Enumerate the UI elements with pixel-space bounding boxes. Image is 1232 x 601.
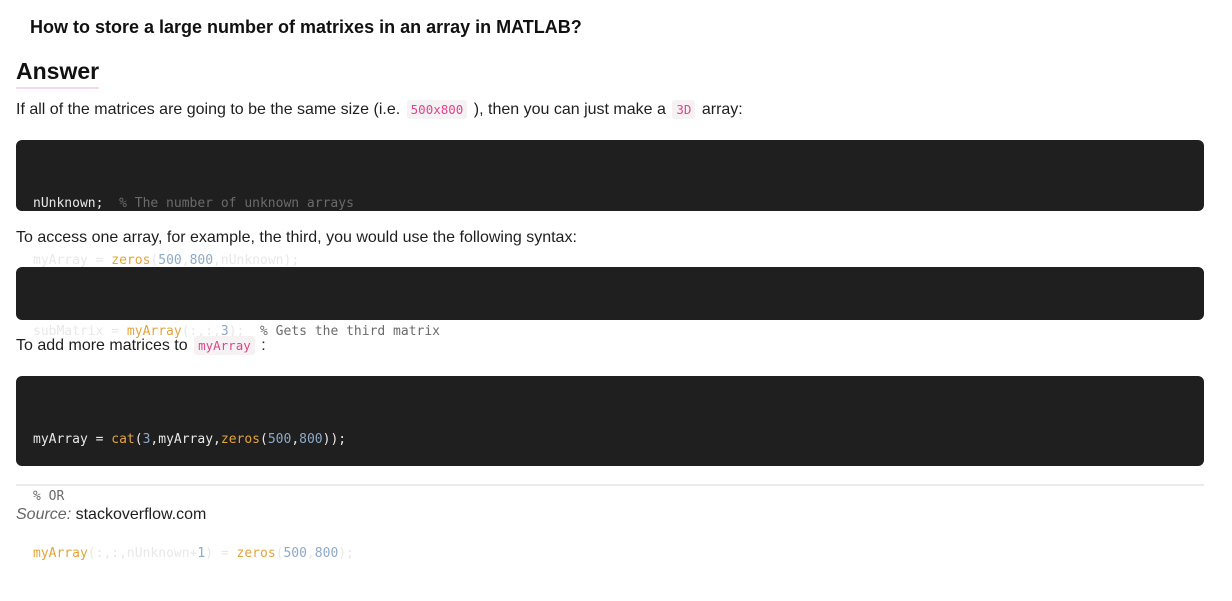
code-number: 500 [158,253,182,268]
code-number: 1 [197,546,206,561]
inline-code-3d: 3D [672,100,696,119]
answer-heading: Answer [16,58,100,89]
code-comment: % Gets the third matrix [260,324,441,339]
code-block-create[interactable]: nUnknown; % The number of unknown arrays… [16,140,1204,268]
inline-code-myarray: myArray [194,336,255,355]
code-line: myArray(:,:,nUnknown+1) = zeros(500,800)… [33,544,1204,563]
code-token: ); [338,546,354,561]
intro-text-2: ), then you can just make a [469,101,671,118]
intro-text-3: array: [697,101,743,118]
code-token: )); [322,432,347,447]
add-text-1: To add more matrices to [16,337,193,354]
code-number: 500 [267,432,292,447]
source-link[interactable]: stackoverflow.com [76,506,207,523]
intro-paragraph: If all of the matrices are going to be t… [16,100,743,120]
add-paragraph: To add more matrices to myArray : [16,336,266,356]
code-token: , [291,432,300,447]
code-token: ,myArray, [150,432,221,447]
code-function: zeros [111,253,151,268]
source-label: Source: [16,506,72,523]
code-token: nUnknown; [33,196,120,211]
code-block-access[interactable]: subMatrix = myArray(:,:,3); % Gets the t… [16,267,1204,339]
code-token: ( [260,432,268,447]
code-token: , [306,546,315,561]
code-function: myArray [33,546,88,561]
code-number: 800 [314,546,339,561]
code-token: ) = [205,546,237,561]
code-function: zeros [220,432,261,447]
inline-code-size: 500x800 [406,100,468,119]
code-number: 800 [189,253,214,268]
code-function: cat [111,432,135,447]
code-number: 800 [299,432,323,447]
code-token: , [181,253,190,268]
code-token: myArray = [33,253,112,268]
code-token: ( [134,432,143,447]
code-token: (:,:,nUnknown+ [87,546,198,561]
code-block-add[interactable]: myArray = cat(3,myArray,zeros(500,800));… [16,376,1204,561]
source-line: Source: stackoverflow.com [16,506,206,524]
code-line: nUnknown; % The number of unknown arrays [33,194,1204,213]
intro-text-1: If all of the matrices are going to be t… [16,101,405,118]
code-number: 500 [283,546,307,561]
code-line: myArray = cat(3,myArray,zeros(500,800)); [33,430,1204,449]
code-token: myArray = [33,432,112,447]
section-divider [16,484,1204,486]
access-paragraph: To access one array, for example, the th… [16,229,577,246]
code-token: ,nUnknown); [213,253,300,268]
add-text-2: : [256,337,266,354]
code-function: zeros [236,546,276,561]
code-line: % OR [33,487,1204,506]
question-title: How to store a large number of matrixes … [30,17,582,37]
code-comment: % OR [33,489,65,504]
code-token: ( [275,546,284,561]
code-comment: % The number of unknown arrays [119,196,354,211]
